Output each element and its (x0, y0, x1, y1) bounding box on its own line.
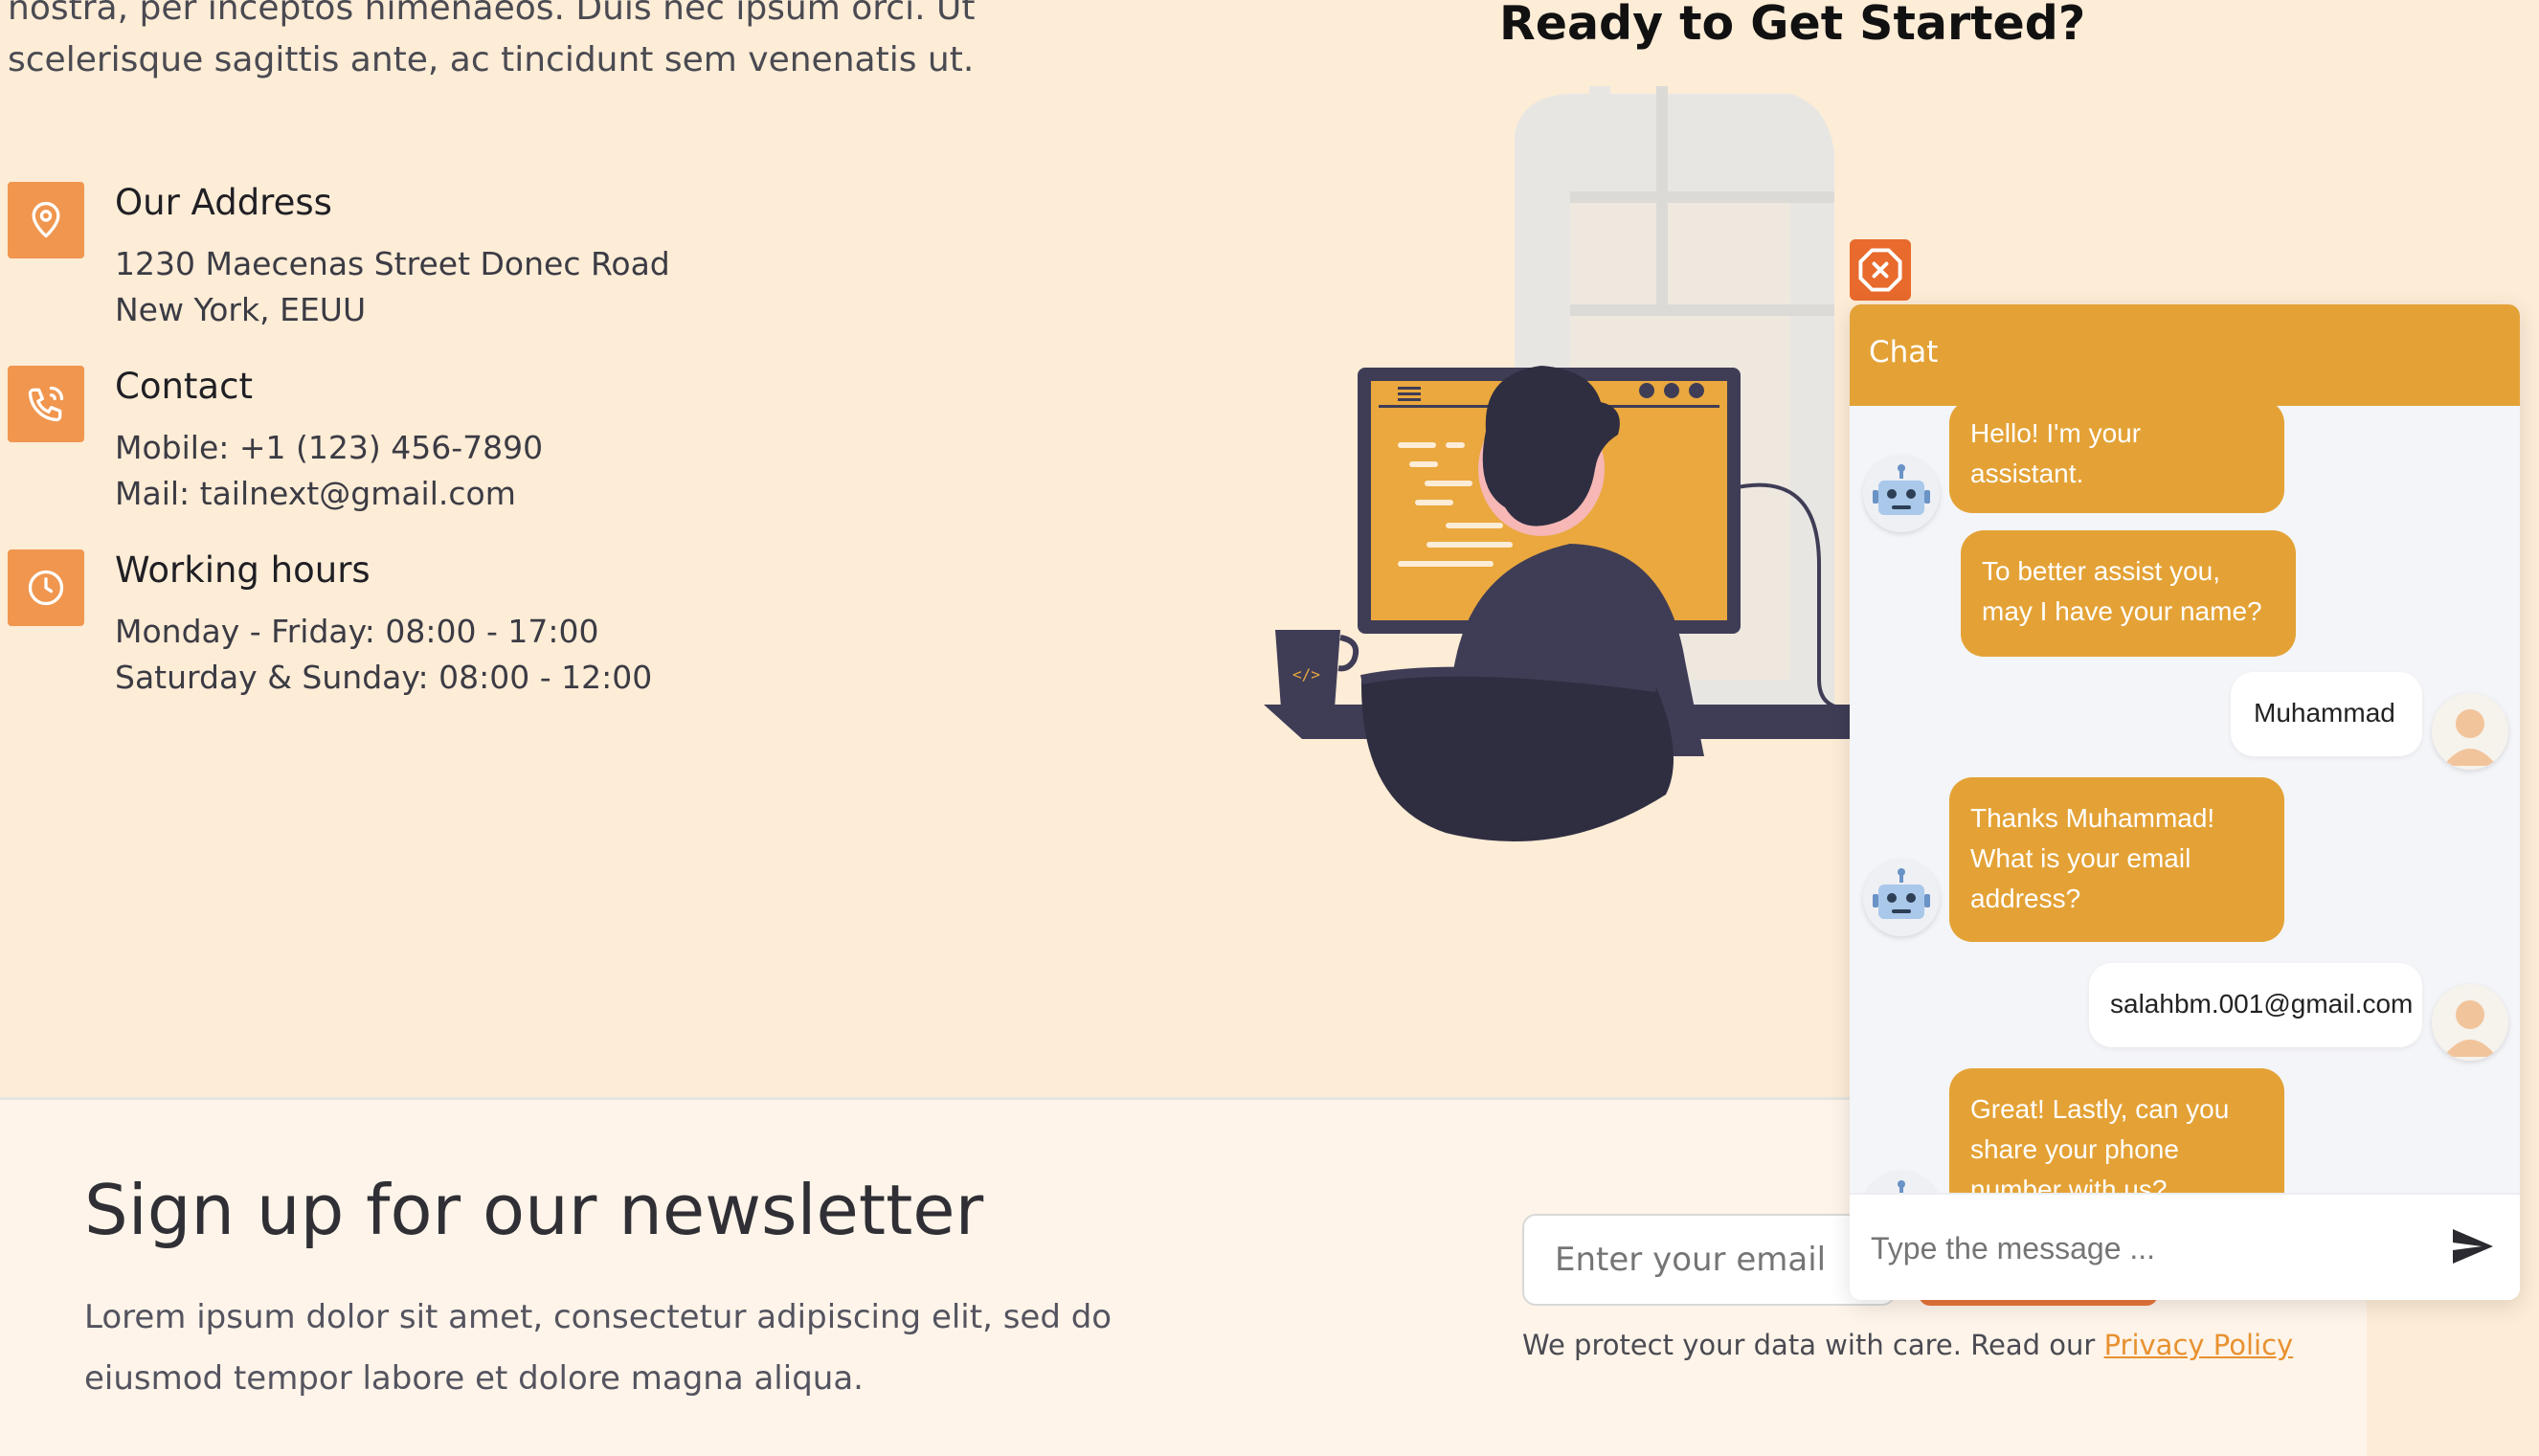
newsletter-description: Lorem ipsum dolor sit amet, consectetur … (84, 1298, 1112, 1398)
bot-avatar (1863, 860, 1940, 936)
message-line: address? (1970, 884, 2081, 913)
contact-title: Contact (115, 366, 253, 407)
bot-message: Great! Lastly, can you share your phone … (1949, 1068, 2284, 1197)
newsletter-title: Sign up for our newsletter (84, 1170, 984, 1250)
privacy-policy-link[interactable]: Privacy Policy (2104, 1329, 2294, 1361)
message-line: share your phone (1970, 1134, 2179, 1164)
address-line-2: New York, EEUU (115, 291, 367, 328)
robot-icon (1873, 464, 1930, 515)
user-message: Muhammad (2231, 672, 2422, 756)
user-avatar (2432, 984, 2508, 1061)
message-line: may I have your name? (1982, 596, 2262, 626)
chat-message-input[interactable] (1869, 1216, 2409, 1281)
message-line: Great! Lastly, can you (1970, 1094, 2230, 1124)
bot-message: Thanks Muhammad! What is your email addr… (1949, 777, 2284, 942)
contact-mail: Mail: tailnext@gmail.com (115, 475, 516, 512)
phone-icon (8, 366, 84, 442)
clock-icon (8, 549, 84, 626)
cta-title: Ready to Get Started? (1499, 0, 2086, 51)
contact-mobile: Mobile: +1 (123) 456-7890 (115, 429, 544, 466)
working-hours-weekend: Saturday & Sunday: 08:00 - 12:00 (115, 659, 653, 696)
bot-message: To better assist you, may I have your na… (1961, 530, 2296, 657)
message-line: Thanks Muhammad! (1970, 803, 2215, 833)
intro-line-2: scelerisque sagittis ante, ac tincidunt … (8, 40, 975, 79)
intro-line-1: nostra, per inceptos himenaeos. Duis nec… (8, 0, 976, 28)
send-icon (2453, 1229, 2493, 1264)
user-avatar-icon (2432, 693, 2508, 770)
chat-messages[interactable]: Hello! I'm your assistant. To better ass… (1850, 406, 2520, 1197)
working-hours-weekdays: Monday - Friday: 08:00 - 17:00 (115, 613, 599, 650)
working-hours-title: Working hours (115, 549, 371, 591)
address-title: Our Address (115, 182, 332, 223)
message-line: What is your email (1970, 843, 2191, 873)
message-line: To better assist you, (1982, 556, 2221, 586)
chat-header-title: Chat (1869, 335, 1939, 370)
address-line-1: 1230 Maecenas Street Donec Road (115, 245, 670, 282)
privacy-text: We protect your data with care. Read our (1522, 1329, 2104, 1361)
svg-text:</>: </> (1292, 665, 1320, 683)
privacy-note: We protect your data with care. Read our… (1522, 1329, 2293, 1361)
developer-illustration: </> (1264, 86, 1867, 841)
message-line: Hello! I'm your (1970, 418, 2142, 448)
user-message: salahbm.001@gmail.com (2089, 963, 2422, 1047)
send-button[interactable] (2441, 1216, 2503, 1277)
intro-paragraph: nostra, per inceptos himenaeos. Duis nec… (8, 0, 1061, 86)
message-line: assistant. (1970, 459, 2084, 488)
chat-window: Chat Hello! I'm your assistant. To bette… (1850, 304, 2520, 1300)
close-octagon-icon (1858, 248, 1902, 292)
robot-icon (1873, 868, 1930, 919)
user-avatar-icon (2432, 984, 2508, 1061)
chat-header: Chat (1850, 304, 2520, 406)
bot-message: Hello! I'm your assistant. (1949, 406, 2284, 513)
user-avatar (2432, 693, 2508, 770)
bot-avatar (1863, 456, 1940, 532)
map-pin-icon (8, 182, 84, 258)
newsletter-email-input[interactable] (1522, 1214, 1896, 1306)
chat-input-bar (1850, 1193, 2520, 1300)
chat-close-button[interactable] (1850, 239, 1911, 301)
